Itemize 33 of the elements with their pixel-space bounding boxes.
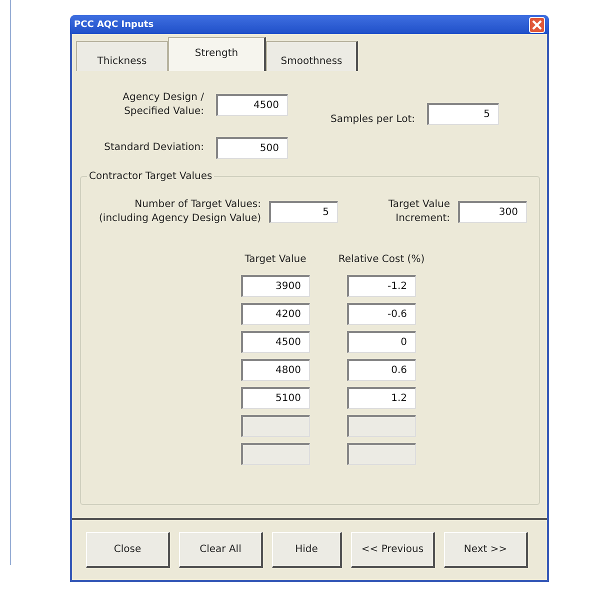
tab[interactable]: Thickness xyxy=(76,41,168,71)
dialog-button[interactable]: Close xyxy=(86,532,170,568)
tab[interactable]: Strength xyxy=(168,37,266,71)
input-field[interactable]: 5 xyxy=(269,201,338,223)
field-label: Samples per Lot: xyxy=(330,113,415,127)
input-field[interactable]: 4500 xyxy=(216,94,288,116)
input-field[interactable]: 300 xyxy=(458,201,527,223)
close-icon[interactable] xyxy=(529,16,545,32)
field-label: Number of Target Values: (including Agency Design Value) xyxy=(98,198,261,226)
input-field[interactable]: 4800 xyxy=(241,359,310,381)
input-field[interactable]: 0 xyxy=(347,331,416,353)
input-field[interactable]: 4200 xyxy=(241,303,310,325)
input-field[interactable]: -1.2 xyxy=(347,275,416,297)
dialog-button[interactable]: Next >> xyxy=(444,532,528,568)
input-field[interactable]: 500 xyxy=(216,137,288,159)
input-field[interactable]: 5 xyxy=(427,103,499,125)
input-field[interactable]: 1.2 xyxy=(347,387,416,409)
input-field[interactable]: 3900 xyxy=(241,275,310,297)
tab[interactable]: Smoothness xyxy=(266,41,358,71)
input-field[interactable]: 5100 xyxy=(241,387,310,409)
field-label: Standard Deviation: xyxy=(103,141,204,155)
column-header: Target Value xyxy=(244,254,306,265)
input-field[interactable]: 0.6 xyxy=(347,359,416,381)
input-field[interactable]: -0.6 xyxy=(347,303,416,325)
column-header: Relative Cost (%) xyxy=(338,254,425,265)
group-title: Contractor Target Values xyxy=(88,171,214,182)
window-title: PCC AQC Inputs xyxy=(74,20,154,30)
field-label: Agency Design / Specified Value: xyxy=(122,91,204,119)
dialog-button[interactable]: << Previous xyxy=(351,532,435,568)
input-field[interactable]: 4500 xyxy=(241,331,310,353)
field-label: Target Value Increment: xyxy=(387,198,450,226)
dialog-button[interactable]: Hide xyxy=(272,532,342,568)
dialog-button[interactable]: Clear All xyxy=(179,532,263,568)
